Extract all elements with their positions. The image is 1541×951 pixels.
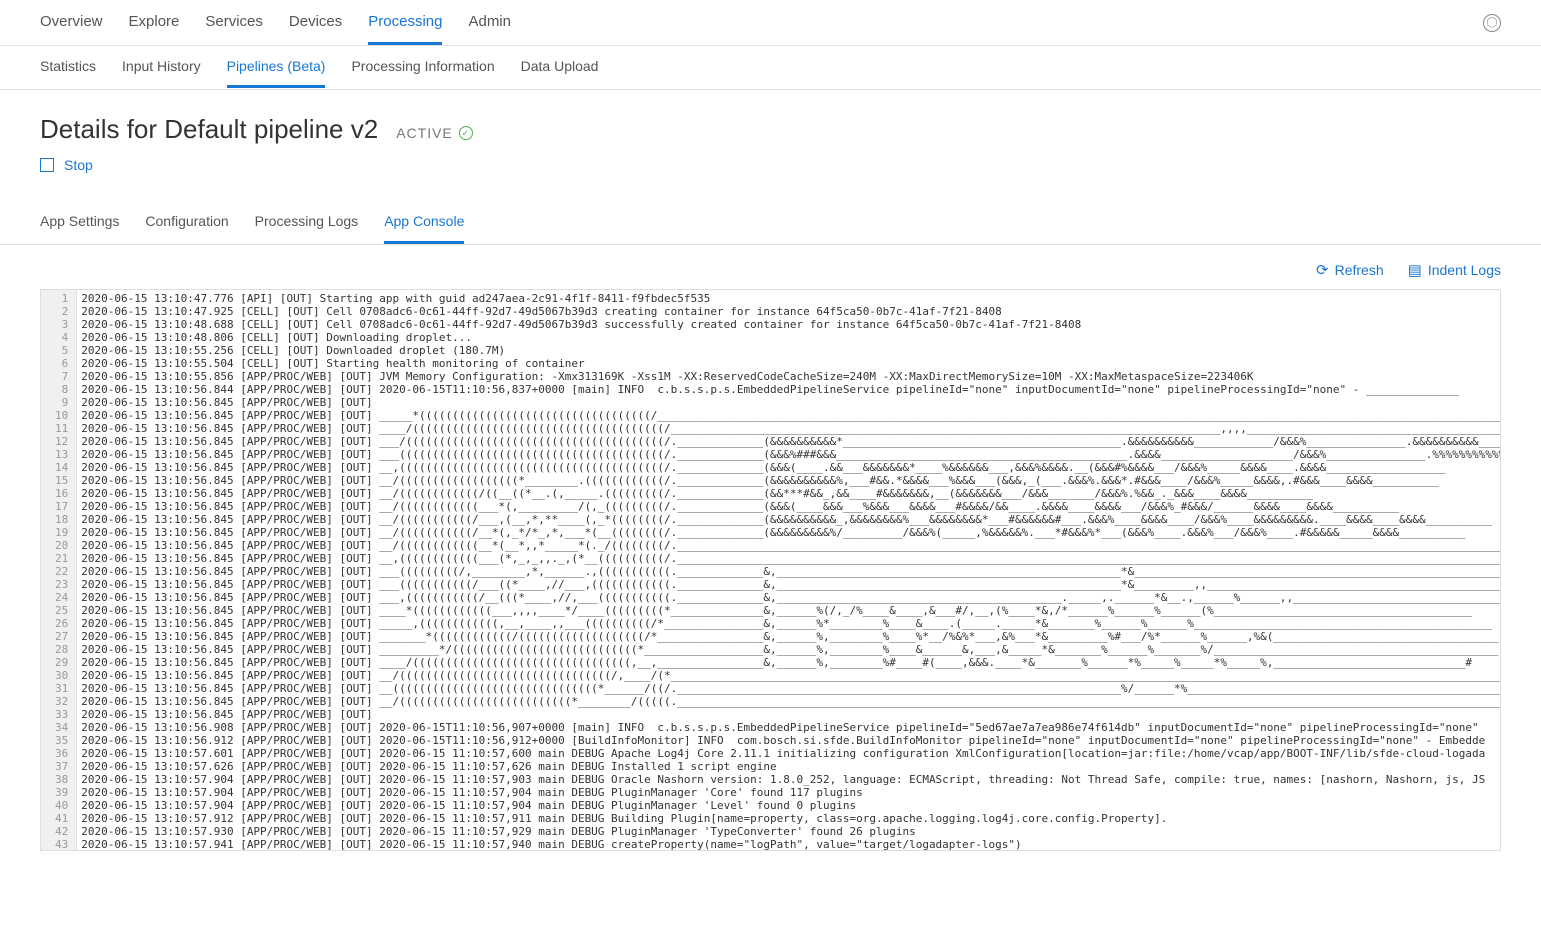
log-line: 2020-06-15 13:10:56.845 [APP/PROC/WEB] […: [81, 513, 1500, 526]
check-circle-icon: ✓: [459, 126, 473, 140]
log-line: 2020-06-15 13:10:57.904 [APP/PROC/WEB] […: [81, 786, 1500, 799]
log-line: 2020-06-15 13:10:56.845 [APP/PROC/WEB] […: [81, 422, 1500, 435]
indent-logs-button[interactable]: ▤ Indent Logs: [1408, 261, 1501, 279]
log-line: 2020-06-15 13:10:55.856 [APP/PROC/WEB] […: [81, 370, 1500, 383]
log-line: 2020-06-15 13:10:57.904 [APP/PROC/WEB] […: [81, 799, 1500, 812]
subnav-tab-processing-information[interactable]: Processing Information: [351, 47, 494, 88]
log-line: 2020-06-15 13:10:56.845 [APP/PROC/WEB] […: [81, 565, 1500, 578]
subnav-tab-statistics[interactable]: Statistics: [40, 47, 96, 88]
subnav-tab-data-upload[interactable]: Data Upload: [521, 47, 599, 88]
log-line: 2020-06-15 13:10:56.845 [APP/PROC/WEB] […: [81, 487, 1500, 500]
log-line: 2020-06-15 13:10:56.845 [APP/PROC/WEB] […: [81, 461, 1500, 474]
topnav-tab-processing[interactable]: Processing: [368, 1, 442, 45]
log-line: 2020-06-15 13:10:47.776 [API] [OUT] Star…: [81, 292, 1500, 305]
log-line: 2020-06-15 13:10:56.845 [APP/PROC/WEB] […: [81, 409, 1500, 422]
topnav-tab-services[interactable]: Services: [205, 1, 263, 45]
detail-tab-configuration[interactable]: Configuration: [145, 213, 228, 244]
detail-tab-app-console[interactable]: App Console: [384, 213, 464, 244]
log-line: 2020-06-15 13:10:57.626 [APP/PROC/WEB] […: [81, 760, 1500, 773]
log-line: 2020-06-15 13:10:56.845 [APP/PROC/WEB] […: [81, 591, 1500, 604]
log-line: 2020-06-15 13:10:56.845 [APP/PROC/WEB] […: [81, 578, 1500, 591]
stop-checkbox[interactable]: [40, 158, 54, 172]
log-line: 2020-06-15 13:10:56.845 [APP/PROC/WEB] […: [81, 695, 1500, 708]
topnav-tab-admin[interactable]: Admin: [468, 1, 511, 45]
subnav-tab-pipelines-beta-[interactable]: Pipelines (Beta): [227, 47, 326, 88]
log-console[interactable]: 1234567891011121314151617181920212223242…: [41, 290, 1500, 850]
refresh-button[interactable]: ⟳ Refresh: [1316, 261, 1384, 279]
log-line: 2020-06-15 13:10:56.845 [APP/PROC/WEB] […: [81, 435, 1500, 448]
page-title: Details for Default pipeline v2: [40, 114, 378, 145]
log-line: 2020-06-15 13:10:56.845 [APP/PROC/WEB] […: [81, 708, 1500, 721]
log-line: 2020-06-15 13:10:56.845 [APP/PROC/WEB] […: [81, 448, 1500, 461]
log-line: 2020-06-15 13:10:56.845 [APP/PROC/WEB] […: [81, 630, 1500, 643]
log-line: 2020-06-15 13:10:56.845 [APP/PROC/WEB] […: [81, 643, 1500, 656]
log-line: 2020-06-15 13:10:48.806 [CELL] [OUT] Dow…: [81, 331, 1500, 344]
log-line: 2020-06-15 13:10:56.845 [APP/PROC/WEB] […: [81, 617, 1500, 630]
log-line: 2020-06-15 13:10:55.504 [CELL] [OUT] Sta…: [81, 357, 1500, 370]
log-lines: 2020-06-15 13:10:47.776 [API] [OUT] Star…: [77, 290, 1500, 850]
log-line: 2020-06-15 13:10:57.941 [APP/PROC/WEB] […: [81, 838, 1500, 850]
line-gutter: 1234567891011121314151617181920212223242…: [41, 290, 77, 850]
log-line: 2020-06-15 13:10:56.908 [APP/PROC/WEB] […: [81, 721, 1500, 734]
refresh-icon: ⟳: [1316, 261, 1329, 279]
log-line: 2020-06-15 13:10:56.845 [APP/PROC/WEB] […: [81, 500, 1500, 513]
log-line: 2020-06-15 13:10:56.845 [APP/PROC/WEB] […: [81, 526, 1500, 539]
log-line: 2020-06-15 13:10:56.845 [APP/PROC/WEB] […: [81, 396, 1500, 409]
stop-button[interactable]: Stop: [64, 157, 93, 173]
status-badge: ACTIVE ✓: [396, 125, 473, 141]
log-line: 2020-06-15 13:10:56.845 [APP/PROC/WEB] […: [81, 539, 1500, 552]
user-icon[interactable]: ◯: [1483, 14, 1501, 32]
detail-tab-processing-logs[interactable]: Processing Logs: [255, 213, 359, 244]
status-text: ACTIVE: [396, 125, 453, 141]
log-line: 2020-06-15 13:10:55.256 [CELL] [OUT] Dow…: [81, 344, 1500, 357]
subnav-tab-input-history[interactable]: Input History: [122, 47, 201, 88]
detail-tab-app-settings[interactable]: App Settings: [40, 213, 119, 244]
topnav-tab-devices[interactable]: Devices: [289, 1, 342, 45]
log-line: 2020-06-15 13:10:56.844 [APP/PROC/WEB] […: [81, 383, 1500, 396]
log-line: 2020-06-15 13:10:57.601 [APP/PROC/WEB] […: [81, 747, 1500, 760]
log-line: 2020-06-15 13:10:56.845 [APP/PROC/WEB] […: [81, 656, 1500, 669]
log-line: 2020-06-15 13:10:48.688 [CELL] [OUT] Cel…: [81, 318, 1500, 331]
log-line: 2020-06-15 13:10:57.912 [APP/PROC/WEB] […: [81, 812, 1500, 825]
log-line: 2020-06-15 13:10:56.912 [APP/PROC/WEB] […: [81, 734, 1500, 747]
log-line: 2020-06-15 13:10:57.930 [APP/PROC/WEB] […: [81, 825, 1500, 838]
log-line: 2020-06-15 13:10:56.845 [APP/PROC/WEB] […: [81, 474, 1500, 487]
topnav-tab-overview[interactable]: Overview: [40, 1, 103, 45]
indent-label: Indent Logs: [1428, 262, 1501, 278]
log-line: 2020-06-15 13:10:56.845 [APP/PROC/WEB] […: [81, 682, 1500, 695]
topnav-tab-explore[interactable]: Explore: [129, 1, 180, 45]
log-line: 2020-06-15 13:10:56.845 [APP/PROC/WEB] […: [81, 604, 1500, 617]
indent-icon: ▤: [1408, 261, 1422, 279]
refresh-label: Refresh: [1335, 262, 1384, 278]
log-line: 2020-06-15 13:10:56.845 [APP/PROC/WEB] […: [81, 669, 1500, 682]
log-line: 2020-06-15 13:10:57.904 [APP/PROC/WEB] […: [81, 773, 1500, 786]
log-line: 2020-06-15 13:10:47.925 [CELL] [OUT] Cel…: [81, 305, 1500, 318]
log-line: 2020-06-15 13:10:56.845 [APP/PROC/WEB] […: [81, 552, 1500, 565]
